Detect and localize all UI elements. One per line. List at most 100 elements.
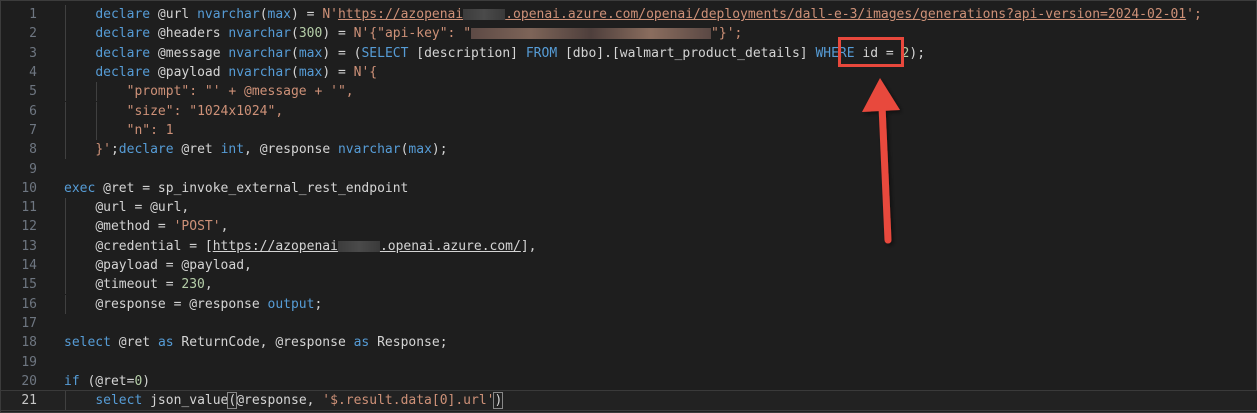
code-token: @payload — [150, 65, 229, 81]
code-line[interactable]: 13 @credential = [https://azopenai .opena… — [1, 237, 1257, 256]
code-line[interactable]: 16 @response = @response output; — [1, 295, 1257, 314]
indent-guide — [65, 275, 66, 295]
line-number: 11 — [21, 200, 37, 216]
code-token: .openai.azure.com/ — [379, 238, 521, 254]
code-token: ; — [314, 296, 323, 312]
code-token: [description] — [408, 45, 526, 61]
line-number: 4 — [29, 65, 37, 81]
code-line[interactable]: 10 exec @ret = sp_invoke_external_rest_en… — [1, 179, 1257, 198]
redacted-region — [337, 240, 380, 252]
code-text: @timeout = 230, — [64, 277, 213, 293]
code-token: FROM — [525, 45, 558, 61]
indent-guide — [65, 43, 66, 63]
code-token: N'{ — [353, 65, 378, 81]
code-token: ) — [493, 392, 504, 410]
code-token: , — [220, 219, 229, 235]
code-token: https://azopenai — [212, 238, 338, 254]
code-line[interactable]: 4 declare @payload nvarchar(max) = N'{ — [1, 63, 1257, 82]
code-token: ( — [291, 26, 299, 42]
indent-guide — [65, 82, 66, 102]
indent-guide — [65, 294, 66, 314]
code-token: @ret — [110, 335, 158, 351]
code-token: .openai.azure.com/openai/deployments/dal… — [505, 7, 1187, 23]
code-line[interactable]: 14 @payload = @payload, — [1, 256, 1257, 275]
code-token: nvarchar — [228, 26, 292, 42]
code-editor[interactable]: 1 declare @url nvarchar(max) = N'https:/… — [0, 0, 1257, 413]
code-line[interactable]: 11 @url = @url, — [1, 198, 1257, 217]
indent-guide — [65, 120, 66, 141]
code-token: declare — [95, 65, 151, 81]
line-number: 18 — [21, 335, 37, 351]
code-token: exec — [64, 180, 96, 196]
indent-guide — [96, 120, 97, 141]
code-token: 300 — [298, 26, 323, 42]
code-line[interactable]: 15 @timeout = 230, — [1, 275, 1257, 294]
code-text: @credential = [https://azopenai .openai.a… — [64, 238, 537, 254]
line-number: 10 — [21, 180, 37, 196]
code-text: "n": 1 — [64, 123, 174, 138]
code-token: max — [267, 7, 292, 23]
code-token: , — [204, 277, 213, 293]
code-line[interactable]: 19 — [1, 352, 1257, 371]
code-token: ) = ( — [322, 45, 362, 61]
indent-guide — [65, 101, 66, 121]
indent-guide — [65, 217, 66, 237]
indent-guide — [65, 5, 66, 25]
code-token: @ret = sp_invoke_external_rest_endpoint — [95, 180, 409, 196]
code-token: ReturnCode, @response — [173, 335, 354, 351]
code-text: select @ret as ReturnCode, @response as … — [64, 335, 448, 350]
code-token: 230 — [181, 277, 205, 293]
code-text: @method = 'POST', — [64, 219, 228, 234]
indent-guide — [65, 140, 66, 160]
code-token: as — [353, 335, 370, 351]
code-token: nvarchar — [228, 65, 292, 81]
code-line[interactable]: 18 select @ret as ReturnCode, @response a… — [1, 333, 1257, 352]
code-token: @timeout = — [95, 277, 182, 293]
code-token: @credential = [ — [95, 238, 213, 254]
code-token: N' — [322, 7, 338, 23]
indent-guide — [65, 391, 66, 411]
code-line[interactable]: 9 — [1, 159, 1257, 178]
code-token: ( — [291, 45, 299, 61]
line-number: 20 — [21, 373, 37, 389]
code-token: select — [64, 335, 111, 351]
indent-guide — [65, 62, 66, 83]
code-token: json_value — [142, 393, 229, 409]
code-text: exec @ret = sp_invoke_external_rest_endp… — [64, 181, 408, 196]
code-token: "prompt": "' + @message + '", — [126, 84, 354, 100]
code-line[interactable]: 20 if (@ret=0) — [1, 372, 1257, 391]
code-line[interactable]: 1 declare @url nvarchar(max) = N'https:/… — [1, 5, 1257, 24]
code-line[interactable]: 5 "prompt": "' + @message + '", — [1, 82, 1257, 101]
code-line[interactable]: 6 "size": "1024x1024", — [1, 102, 1257, 121]
line-number: 1 — [29, 7, 37, 23]
line-number: 17 — [21, 315, 37, 331]
code-text: declare @message nvarchar(max) = (SELECT… — [64, 46, 925, 61]
line-number: 2 — [29, 26, 37, 42]
code-line[interactable]: 21 select json_value(@response, '$.resul… — [0, 389, 1257, 412]
code-token: select — [95, 393, 143, 409]
code-line[interactable]: 12 @method = 'POST', — [1, 217, 1257, 236]
code-token: as — [157, 335, 174, 351]
line-number: 3 — [29, 45, 37, 61]
code-token: ( — [291, 65, 299, 81]
line-number: 14 — [21, 258, 37, 274]
redacted-region — [463, 9, 506, 21]
code-line[interactable]: 8 }';declare @ret int, @response nvarcha… — [1, 140, 1257, 159]
code-line[interactable]: 3 declare @message nvarchar(max) = (SELE… — [1, 44, 1257, 63]
code-line[interactable]: 17 — [1, 314, 1257, 333]
code-token: '; — [1186, 7, 1202, 23]
code-token: @ret — [173, 142, 221, 158]
code-token: ], — [520, 238, 537, 254]
line-number: 5 — [29, 84, 37, 100]
code-line[interactable]: 2 declare @headers nvarchar(300) = N'{"a… — [1, 24, 1257, 43]
line-number: 21 — [21, 393, 37, 409]
code-token: ) = — [291, 7, 323, 23]
code-token: max — [408, 142, 432, 158]
code-line[interactable]: 7 "n": 1 — [1, 121, 1257, 140]
code-token: int — [220, 142, 245, 158]
